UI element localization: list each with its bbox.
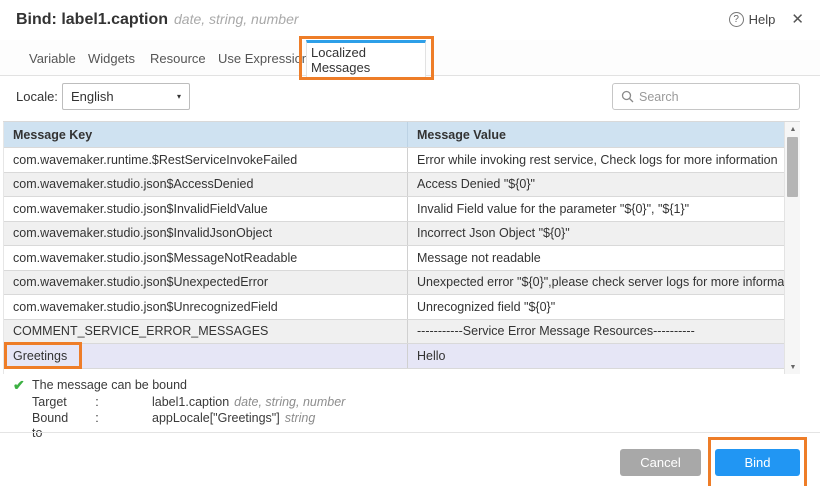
- dialog-header: Bind: label1.caption date, string, number…: [0, 0, 820, 40]
- search-icon: [621, 90, 634, 103]
- tab-localized-messages[interactable]: Localized Messages: [306, 40, 426, 77]
- tab-variable[interactable]: Variable: [25, 40, 80, 76]
- bind-button[interactable]: Bind: [715, 449, 800, 476]
- scroll-down-icon[interactable]: ▼: [785, 360, 801, 374]
- toolbar: Locale: English ▾: [0, 77, 820, 117]
- bind-dialog: Bind: label1.caption date, string, number…: [0, 0, 820, 486]
- bind-status-text: The message can be bound: [32, 378, 187, 392]
- bound-to-type: string: [285, 411, 316, 425]
- message-key-cell: com.wavemaker.runtime.$RestServiceInvoke…: [4, 153, 407, 167]
- message-value-cell: Incorrect Json Object "${0}": [407, 222, 784, 246]
- table-row[interactable]: com.wavemaker.studio.json$AccessDenied A…: [4, 173, 784, 198]
- page-title: Bind: label1.caption date, string, number: [16, 11, 299, 29]
- column-header-message-key[interactable]: Message Key: [4, 128, 407, 142]
- help-label: Help: [749, 12, 776, 27]
- locale-select[interactable]: English ▾: [62, 83, 190, 110]
- tab-resource[interactable]: Resource: [146, 40, 210, 76]
- message-key-cell: com.wavemaker.studio.json$InvalidJsonObj…: [4, 226, 407, 240]
- table-scroll-area: Message Key Message Value com.wavemaker.…: [3, 122, 784, 374]
- close-icon[interactable]: ✕: [789, 10, 806, 28]
- message-value-cell: Hello: [407, 344, 784, 368]
- message-key-cell: com.wavemaker.studio.json$UnrecognizedFi…: [4, 300, 407, 314]
- scrollbar-thumb[interactable]: [787, 137, 798, 197]
- help-icon: ?: [729, 12, 744, 27]
- message-key-cell: Greetings: [4, 349, 407, 363]
- dialog-footer: Cancel Bind: [0, 433, 820, 486]
- target-types: date, string, number: [234, 395, 345, 409]
- message-value-cell: Unexpected error "${0}",please check ser…: [407, 271, 784, 295]
- scroll-up-icon[interactable]: ▲: [785, 122, 801, 136]
- table-row[interactable]: com.wavemaker.studio.json$InvalidFieldVa…: [4, 197, 784, 222]
- target-value: label1.caption date, string, number: [152, 395, 345, 411]
- header-actions: ? Help ✕: [729, 10, 806, 28]
- table-row[interactable]: com.wavemaker.studio.json$InvalidJsonObj…: [4, 222, 784, 247]
- tab-widgets[interactable]: Widgets: [84, 40, 139, 76]
- target-value-text: label1.caption: [152, 395, 229, 409]
- target-row: Target : label1.caption date, string, num…: [32, 395, 345, 411]
- check-icon: ✔: [13, 377, 25, 394]
- table-row-partial: [4, 369, 784, 374]
- message-key-cell: com.wavemaker.studio.json$InvalidFieldVa…: [4, 202, 407, 216]
- message-value-cell: Unrecognized field "${0}": [407, 295, 784, 319]
- page-title-types: date, string, number: [174, 11, 299, 27]
- target-colon: :: [78, 395, 116, 411]
- column-header-message-value[interactable]: Message Value: [407, 122, 784, 147]
- chevron-down-icon: ▾: [177, 92, 181, 101]
- page-title-text: Bind: label1.caption: [16, 11, 168, 28]
- table-header-row: Message Key Message Value: [4, 122, 784, 148]
- message-value-cell: Message not readable: [407, 246, 784, 270]
- message-key-cell: com.wavemaker.studio.json$UnexpectedErro…: [4, 275, 407, 289]
- target-label: Target: [32, 395, 78, 411]
- locale-selected-value: English: [71, 89, 114, 104]
- vertical-scrollbar[interactable]: ▲ ▼: [784, 122, 800, 374]
- message-value-cell: Error while invoking rest service, Check…: [407, 148, 784, 172]
- message-value-cell: Access Denied "${0}": [407, 173, 784, 197]
- message-key-cell: com.wavemaker.studio.json$MessageNotRead…: [4, 251, 407, 265]
- search-box[interactable]: [612, 83, 800, 110]
- tab-use-expression[interactable]: Use Expression: [214, 40, 313, 76]
- message-key-cell: com.wavemaker.studio.json$AccessDenied: [4, 177, 407, 191]
- messages-table: Message Key Message Value com.wavemaker.…: [3, 121, 800, 374]
- table-row[interactable]: com.wavemaker.runtime.$RestServiceInvoke…: [4, 148, 784, 173]
- table-row[interactable]: com.wavemaker.studio.json$MessageNotRead…: [4, 246, 784, 271]
- table-row[interactable]: com.wavemaker.studio.json$UnrecognizedFi…: [4, 295, 784, 320]
- tab-bar: Variable Widgets Resource Use Expression…: [0, 40, 820, 76]
- cancel-button[interactable]: Cancel: [620, 449, 701, 476]
- message-value-cell: Invalid Field value for the parameter "$…: [407, 197, 784, 221]
- table-row[interactable]: COMMENT_SERVICE_ERROR_MESSAGES ---------…: [4, 320, 784, 345]
- table-row[interactable]: com.wavemaker.studio.json$UnexpectedErro…: [4, 271, 784, 296]
- help-button[interactable]: ? Help: [729, 12, 776, 27]
- bound-to-value-text: appLocale["Greetings"]: [152, 411, 280, 425]
- message-value-cell: -----------Service Error Message Resourc…: [407, 320, 784, 344]
- locale-label: Locale:: [16, 89, 58, 104]
- message-key-cell: COMMENT_SERVICE_ERROR_MESSAGES: [4, 324, 407, 338]
- search-input[interactable]: [639, 90, 800, 104]
- table-row-selected-greetings[interactable]: Greetings Hello: [4, 344, 784, 369]
